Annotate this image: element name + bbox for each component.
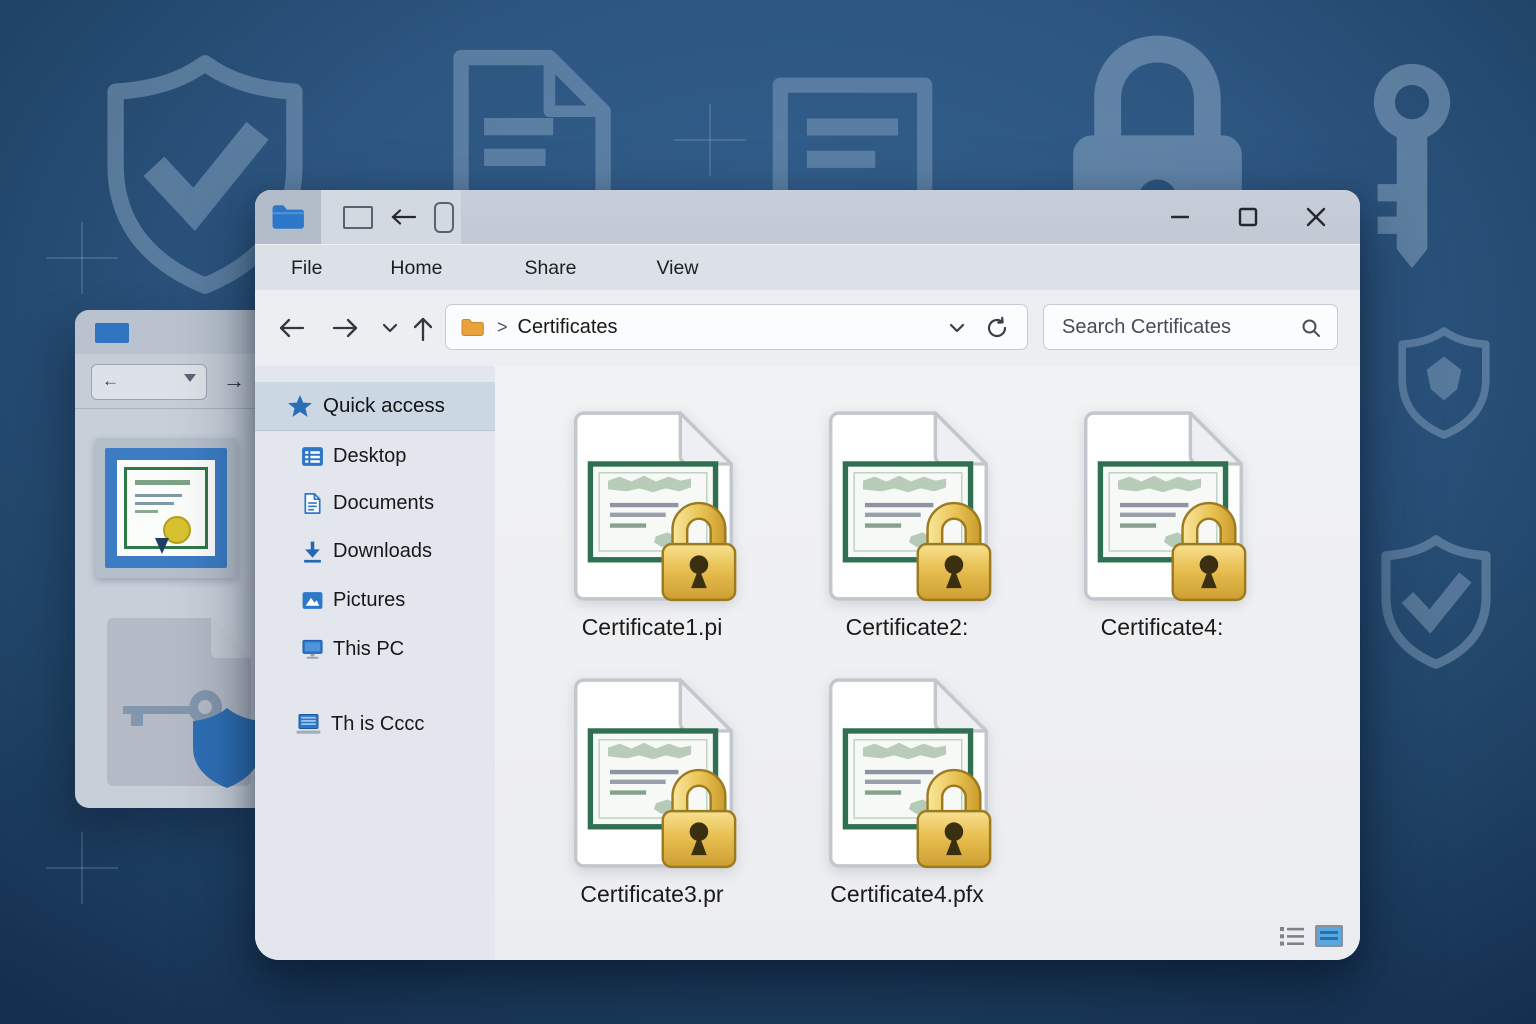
close-button[interactable]	[1282, 190, 1350, 244]
forward-arrow-icon[interactable]	[332, 316, 359, 340]
magnifier-icon[interactable]	[1301, 318, 1321, 338]
key-shield-document[interactable]	[99, 612, 258, 792]
star-icon	[287, 393, 313, 419]
file-certificate4-pfx[interactable]: Certificate4.pfx	[787, 675, 1027, 908]
sidebar-item-label: Th is Cccc	[331, 713, 424, 736]
maximize-button[interactable]	[1214, 190, 1282, 244]
sidebar-item-label: Pictures	[333, 589, 405, 612]
certificate-lock-file-icon	[1074, 408, 1250, 604]
window-controls	[1146, 190, 1350, 244]
navigation-toolbar: > Certificates Search Certificates	[255, 290, 1360, 367]
explorer-tab[interactable]	[321, 190, 461, 244]
certificate-lock-file-icon	[564, 408, 740, 604]
security-certificates-desktop: { "desktop_background": { "theme": "secu…	[0, 0, 1536, 1024]
sidebar-item-desktop[interactable]: Desktop	[255, 433, 495, 480]
pictures-icon	[301, 589, 324, 612]
chevron-down-icon[interactable]	[382, 323, 398, 333]
crosshair-mark	[674, 104, 746, 176]
file-name: Certificate4:	[1042, 614, 1282, 641]
rear-app-icon	[95, 323, 129, 343]
file-certificate2[interactable]: Certificate2:	[787, 408, 1027, 641]
address-bar[interactable]: > Certificates	[445, 304, 1028, 350]
shield-check-icon	[1375, 522, 1497, 682]
breadcrumb-separator: >	[497, 317, 508, 338]
chevron-down-icon[interactable]	[184, 374, 196, 382]
refresh-icon[interactable]	[985, 316, 1009, 340]
view-toggle-group	[1279, 924, 1344, 948]
file-grid: Certificate1.pi Certificate2: Certificat…	[495, 366, 1360, 960]
sidebar-item-label: This PC	[333, 638, 404, 661]
file-name: Certificate2:	[787, 614, 1027, 641]
key-icon	[1356, 62, 1468, 272]
rear-nav-box[interactable]: ←	[91, 364, 207, 400]
certificate-paper	[117, 460, 215, 556]
back-arrow-icon[interactable]	[278, 316, 305, 340]
app-icon-box	[255, 190, 321, 244]
breadcrumb-location[interactable]: Certificates	[518, 316, 618, 339]
minimize-button[interactable]	[1146, 190, 1214, 244]
file-name: Certificate4.pfx	[787, 881, 1027, 908]
shield-badge-icon	[1393, 318, 1495, 448]
certificate-border	[124, 467, 208, 549]
pill-icon	[434, 202, 454, 233]
menu-home[interactable]: Home	[378, 257, 454, 280]
window-body: Quick access Desktop	[255, 366, 1360, 960]
certificate-lock-file-icon	[564, 675, 740, 871]
folder-icon	[270, 203, 306, 231]
sidebar-item-documents[interactable]: Documents	[255, 480, 495, 527]
search-placeholder: Search Certificates	[1062, 316, 1231, 339]
list-view-icon[interactable]	[1279, 925, 1305, 948]
file-certificate4a[interactable]: Certificate4:	[1042, 408, 1282, 641]
document-icon	[301, 492, 324, 515]
titlebar[interactable]	[255, 190, 1360, 244]
search-input[interactable]: Search Certificates	[1043, 304, 1338, 350]
quick-access-label: Quick access	[323, 394, 445, 418]
certificate-lock-file-icon	[819, 675, 995, 871]
menu-file[interactable]: File	[279, 257, 334, 280]
seal-icon	[163, 516, 191, 544]
sidebar-item-this-pc[interactable]: This PC	[255, 626, 495, 673]
back-arrow-icon[interactable]	[389, 208, 417, 226]
computer-icon	[301, 638, 324, 661]
back-arrow-icon[interactable]: ←	[102, 371, 119, 391]
explorer-window: File Home Share View > Certificates	[255, 190, 1360, 960]
rear-titlebar	[75, 310, 258, 354]
forward-arrow-icon[interactable]: →	[223, 368, 245, 394]
menu-share[interactable]: Share	[512, 257, 588, 280]
desktop-icon	[301, 445, 324, 468]
background-explorer-window: ← →	[75, 310, 258, 808]
sidebar-item-label: Desktop	[333, 445, 406, 468]
thumbnail-view-icon[interactable]	[1314, 924, 1344, 948]
folder-icon	[460, 318, 485, 337]
sidebar-item-label: Documents	[333, 492, 434, 515]
square-icon	[343, 206, 373, 229]
chevron-down-icon[interactable]	[949, 323, 965, 333]
up-arrow-icon[interactable]	[411, 316, 435, 342]
rear-toolbar: ← →	[75, 354, 258, 409]
file-name: Certificate3.pr	[532, 881, 772, 908]
certificate-frame	[105, 448, 227, 568]
file-certificate3[interactable]: Certificate3.pr	[532, 675, 772, 908]
sidebar-item-quick-access[interactable]: Quick access	[255, 382, 495, 431]
sidebar: Quick access Desktop	[255, 366, 496, 960]
download-icon	[301, 540, 324, 563]
file-certificate1[interactable]: Certificate1.pi	[532, 408, 772, 641]
sidebar-item-this-pc-footer[interactable]: Th is Cccc	[255, 701, 495, 748]
sidebar-item-downloads[interactable]: Downloads	[255, 528, 495, 575]
file-name: Certificate1.pi	[532, 614, 772, 641]
sidebar-item-pictures[interactable]: Pictures	[255, 577, 495, 624]
sidebar-item-label: Downloads	[333, 540, 432, 563]
menu-view[interactable]: View	[645, 257, 711, 280]
certificate-thumbnail[interactable]	[95, 438, 237, 578]
crosshair-mark	[46, 832, 118, 904]
certificate-lock-file-icon	[819, 408, 995, 604]
menu-bar: File Home Share View	[255, 244, 1360, 291]
laptop-icon	[295, 713, 322, 737]
ribbon-icon	[155, 538, 169, 554]
crosshair-mark	[46, 222, 118, 294]
